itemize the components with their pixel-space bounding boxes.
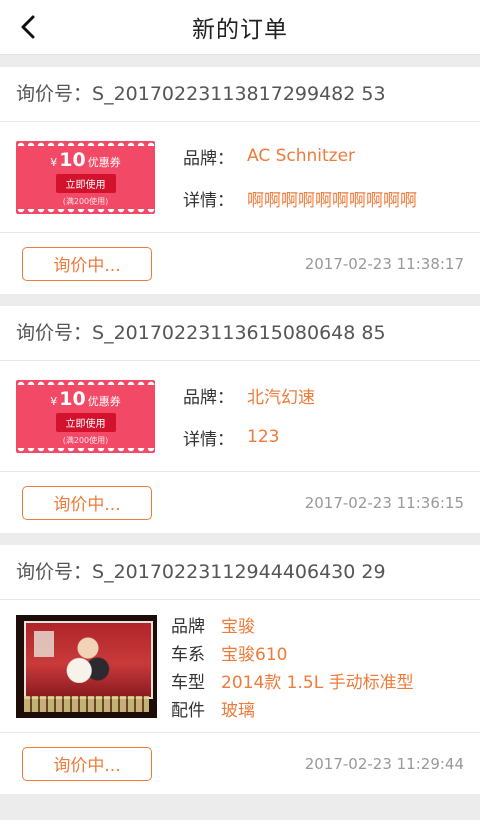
photo-poster xyxy=(24,620,153,699)
order-footer: 询价中... 2017-02-23 11:29:44 xyxy=(0,733,480,794)
inquiry-number-row: 询价号：S_20170223112944406430 29 xyxy=(0,545,480,600)
brand-value: 北汽幻速 xyxy=(247,387,315,408)
model-value: 2014款 1.5L 手动标准型 xyxy=(221,672,414,693)
detail-label: 详情： xyxy=(183,190,234,211)
inquiry-label: 询价号： xyxy=(16,322,93,344)
photo-banner xyxy=(24,695,149,712)
coupon-use-button: 立即使用 xyxy=(55,174,116,193)
brand-label: 品牌： xyxy=(183,148,234,169)
series-row: 车系 宝骏610 xyxy=(171,638,414,666)
coupon-image: ¥10 优惠券 立即使用 (满200使用) xyxy=(16,379,155,453)
part-row: 配件 玻璃 xyxy=(171,694,414,722)
inquiry-status-button[interactable]: 询价中... xyxy=(22,246,152,281)
part-photo xyxy=(16,614,157,718)
brand-label: 品牌 xyxy=(171,616,205,637)
order-footer: 询价中... 2017-02-23 11:36:15 xyxy=(0,472,480,533)
coupon-amount: 10 xyxy=(59,388,86,410)
order-details: 品牌 宝骏 车系 宝骏610 车型 2014款 1.5L 手动标准型 配件 玻璃 xyxy=(171,610,414,722)
inquiry-number-row: 询价号：S_20170223113817299482 53 xyxy=(0,67,480,122)
coupon-use-button: 立即使用 xyxy=(55,413,116,432)
coupon-amount: 10 xyxy=(59,149,86,171)
inquiry-number: S_20170223112944406430 29 xyxy=(92,561,386,583)
inquiry-number: S_20170223113615080648 85 xyxy=(92,322,386,344)
order-time: 2017-02-23 11:38:17 xyxy=(304,254,464,273)
order-details: 品牌： AC Schnitzer 详情： 啊啊啊啊啊啊啊啊啊啊 xyxy=(183,135,417,219)
inquiry-label: 询价号： xyxy=(16,83,93,105)
inquiry-label: 询价号： xyxy=(16,561,93,583)
inquiry-number-row: 询价号：S_20170223113615080648 85 xyxy=(0,306,480,361)
detail-value: 123 xyxy=(247,427,280,447)
coupon-image: ¥10 优惠券 立即使用 (满200使用) xyxy=(16,140,155,214)
order-footer: 询价中... 2017-02-23 11:38:17 xyxy=(0,233,480,294)
coupon-currency: ¥ xyxy=(50,156,58,169)
detail-value: 啊啊啊啊啊啊啊啊啊啊 xyxy=(247,190,417,211)
order-card[interactable]: 询价号：S_20170223112944406430 29 品牌 宝骏 车系 宝… xyxy=(0,545,480,794)
brand-value: 宝骏 xyxy=(221,616,255,637)
model-row: 车型 2014款 1.5L 手动标准型 xyxy=(171,666,414,694)
order-body: ¥10 优惠券 立即使用 (满200使用) 品牌： AC Schnitzer 详情… xyxy=(0,122,480,233)
order-list[interactable]: 询价号：S_20170223113817299482 53 ¥10 优惠券 立即使… xyxy=(0,55,480,794)
order-details: 品牌： 北汽幻速 详情： 123 xyxy=(183,374,315,458)
series-value: 宝骏610 xyxy=(221,644,288,665)
detail-row: 详情： 啊啊啊啊啊啊啊啊啊啊 xyxy=(183,177,417,219)
series-label: 车系 xyxy=(171,644,205,665)
order-card[interactable]: 询价号：S_20170223113817299482 53 ¥10 优惠券 立即使… xyxy=(0,67,480,294)
brand-value: AC Schnitzer xyxy=(247,146,356,166)
order-body: 品牌 宝骏 车系 宝骏610 车型 2014款 1.5L 手动标准型 配件 玻璃 xyxy=(0,600,480,733)
coupon-amount-row: ¥10 优惠券 xyxy=(50,149,120,171)
inquiry-number: S_20170223113817299482 53 xyxy=(92,83,386,105)
top-bar: 新的订单 xyxy=(0,0,480,55)
inquiry-status-button[interactable]: 询价中... xyxy=(22,485,152,520)
coupon-currency: ¥ xyxy=(50,395,58,408)
order-time: 2017-02-23 11:29:44 xyxy=(304,754,464,773)
coupon-amount-row: ¥10 优惠券 xyxy=(50,388,120,410)
order-time: 2017-02-23 11:36:15 xyxy=(304,493,464,512)
model-label: 车型 xyxy=(171,672,205,693)
part-value: 玻璃 xyxy=(221,700,255,721)
inquiry-status-button[interactable]: 询价中... xyxy=(22,746,152,781)
order-card[interactable]: 询价号：S_20170223113615080648 85 ¥10 优惠券 立即使… xyxy=(0,306,480,533)
detail-label: 详情： xyxy=(183,429,234,450)
coupon-condition: (满200使用) xyxy=(62,197,109,206)
brand-row: 品牌： AC Schnitzer xyxy=(183,135,417,177)
brand-label: 品牌： xyxy=(183,387,234,408)
brand-row: 品牌 宝骏 xyxy=(171,610,414,638)
chevron-left-icon xyxy=(21,15,35,39)
back-button[interactable] xyxy=(10,9,46,45)
order-body: ¥10 优惠券 立即使用 (满200使用) 品牌： 北汽幻速 详情： 123 xyxy=(0,361,480,472)
brand-row: 品牌： 北汽幻速 xyxy=(183,374,315,416)
coupon-name: 优惠券 xyxy=(87,395,121,408)
coupon-condition: (满200使用) xyxy=(62,436,109,445)
page-title: 新的订单 xyxy=(192,17,288,43)
detail-row: 详情： 123 xyxy=(183,416,315,458)
coupon-name: 优惠券 xyxy=(87,156,121,169)
part-label: 配件 xyxy=(171,700,205,721)
